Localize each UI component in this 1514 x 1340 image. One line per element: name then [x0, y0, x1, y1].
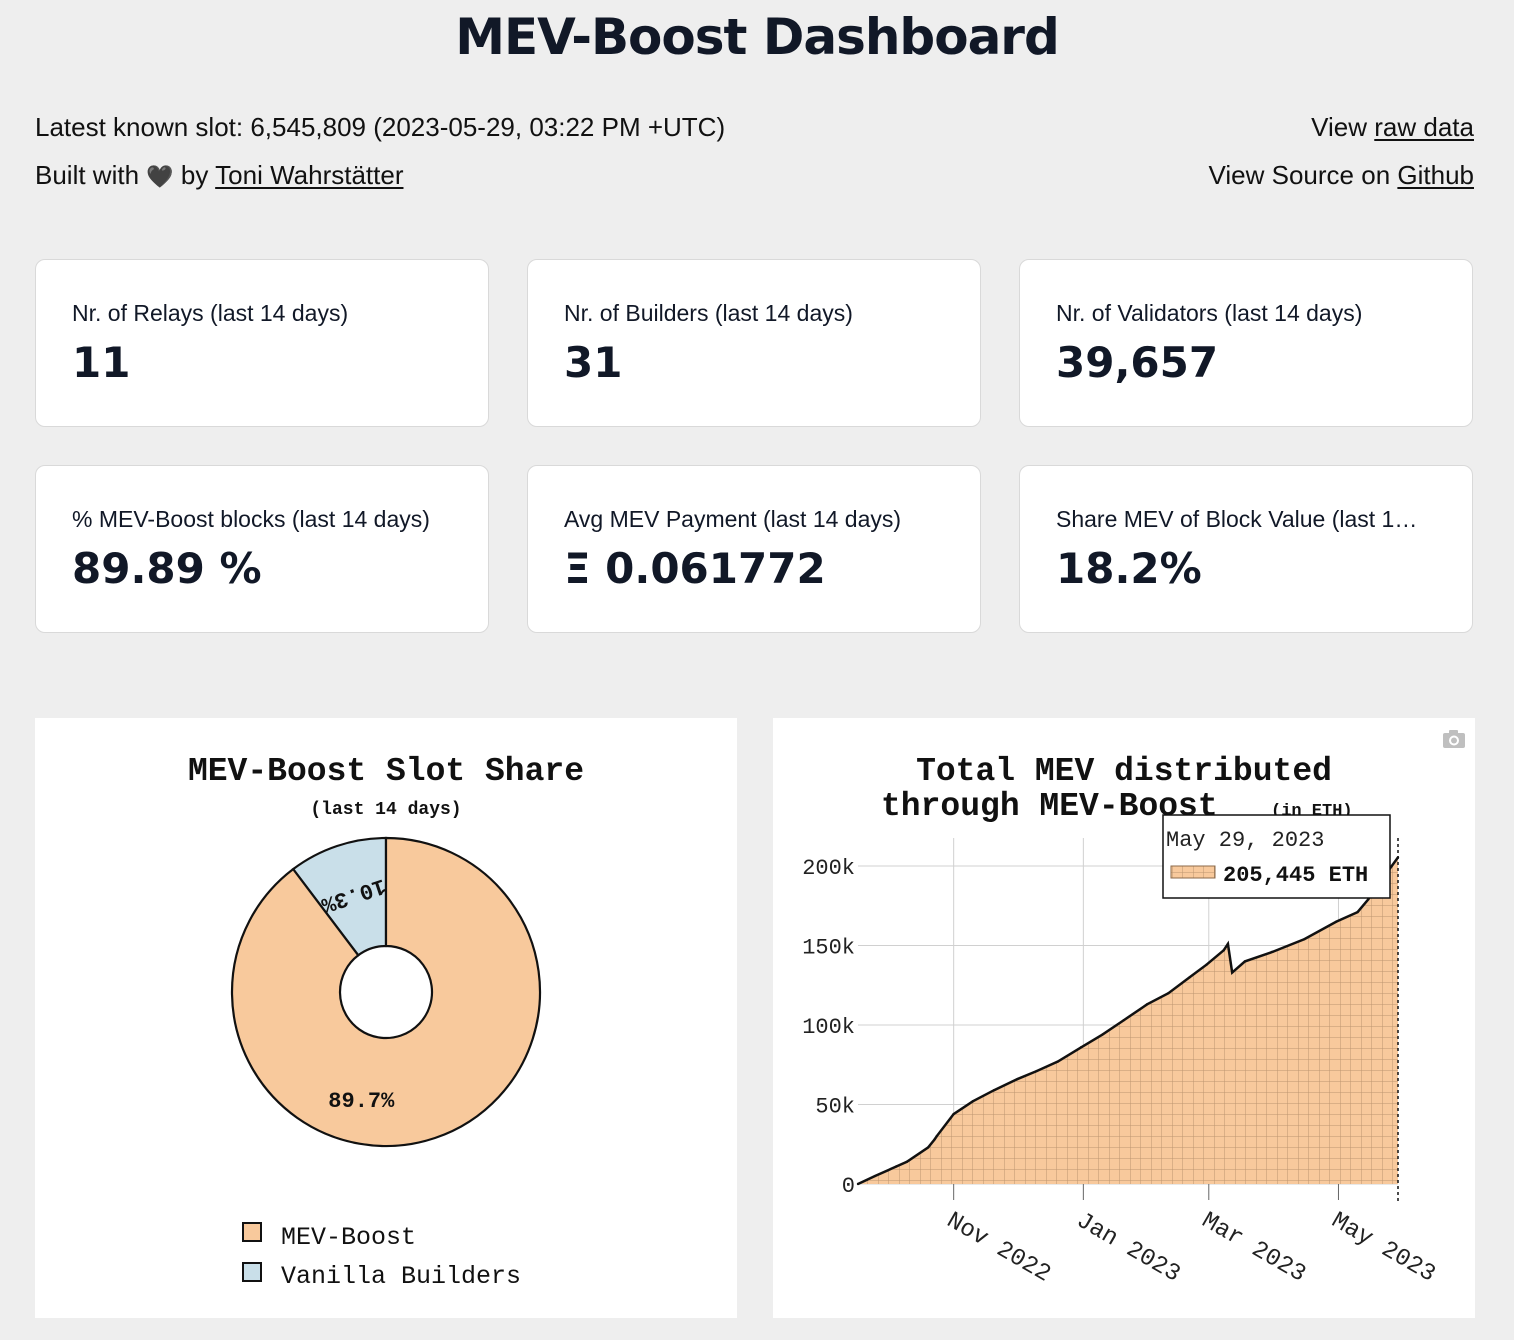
data-point — [1303, 937, 1306, 941]
data-point — [1205, 963, 1208, 966]
hover-tooltip: May 29, 2023 205,445 ETH — [1162, 814, 1391, 899]
tooltip-date: May 29, 2023 — [1166, 828, 1324, 853]
stat-card-share-mev: Share MEV of Block Value (last 1… 18.2% — [1019, 465, 1473, 633]
y-tick-label: 50k — [815, 1095, 855, 1120]
pie-slice-label-mev-boost: 89.7% — [328, 1089, 395, 1114]
data-point — [856, 1182, 860, 1186]
stat-label: Nr. of Builders (last 14 days) — [564, 300, 853, 326]
stat-card-validators: Nr. of Validators (last 14 days) 39,657 — [1019, 259, 1473, 427]
data-point — [1230, 971, 1234, 974]
stat-card-avg-mev-payment: Avg MEV Payment (last 14 days) Ξ 0.06177… — [527, 465, 981, 633]
stat-label: Nr. of Validators (last 14 days) — [1056, 300, 1363, 326]
legend-swatch-mev-boost[interactable] — [242, 1222, 262, 1242]
view-raw-data-line: View raw data — [1311, 112, 1474, 143]
data-point — [1145, 1003, 1149, 1006]
author-link[interactable]: Toni Wahrstätter — [215, 160, 403, 190]
data-point — [1226, 942, 1230, 946]
stat-value: 18.2% — [1056, 544, 1202, 593]
data-point — [1335, 920, 1338, 923]
data-point — [895, 1165, 898, 1168]
slot-share-chart: MEV-Boost Slot Share (last 14 days) 89.7… — [188, 753, 584, 1291]
x-tick-label: May 2023 — [1326, 1208, 1439, 1289]
y-tick-label: 100k — [802, 1015, 855, 1040]
raw-data-link[interactable]: raw data — [1374, 112, 1474, 142]
stat-label: Nr. of Relays (last 14 days) — [72, 300, 349, 326]
data-point — [1080, 1046, 1083, 1049]
data-point — [933, 1138, 936, 1141]
heart-icon: 🖤 — [146, 164, 174, 189]
stat-value: 39,657 — [1056, 338, 1219, 387]
data-point — [1188, 976, 1191, 979]
legend-label-mev-boost[interactable]: MEV-Boost — [281, 1223, 416, 1252]
data-point — [971, 1100, 975, 1103]
data-point — [1035, 1069, 1038, 1073]
total-mev-chart: Total MEV distributed through MEV-Boost … — [802, 730, 1465, 1289]
built-with-line: Built with 🖤 by Toni Wahrstätter — [35, 160, 403, 191]
data-point — [952, 1112, 955, 1116]
x-tick-label: Mar 2023 — [1197, 1208, 1310, 1289]
data-point — [926, 1146, 930, 1149]
tooltip-value: 205,445 ETH — [1223, 863, 1368, 888]
stat-card-mev-boost-blocks: % MEV-Boost blocks (last 14 days) 89.89 … — [35, 465, 489, 633]
data-point — [1222, 949, 1225, 952]
pie-subtitle: (last 14 days) — [310, 800, 461, 820]
legend-label-vanilla[interactable]: Vanilla Builders — [281, 1262, 521, 1291]
data-point — [873, 1174, 877, 1178]
stat-value: 31 — [564, 338, 623, 387]
stat-label: Avg MEV Payment (last 14 days) — [564, 506, 902, 532]
slot-share-chart-panel: MEV-Boost Slot Share (last 14 days) 89.7… — [35, 718, 737, 1318]
total-mev-chart-panel: Total MEV distributed through MEV-Boost … — [773, 718, 1475, 1318]
data-point — [1243, 960, 1247, 963]
stat-card-builders: Nr. of Builders (last 14 days) 31 — [527, 259, 981, 427]
data-point — [905, 1160, 909, 1163]
page-title: MEV-Boost Dashboard — [455, 8, 1060, 66]
data-point — [1056, 1060, 1060, 1063]
stat-label: % MEV-Boost blocks (last 14 days) — [72, 506, 430, 532]
data-point — [935, 1135, 938, 1138]
built-by-label: by — [180, 160, 209, 190]
tooltip-swatch — [1170, 865, 1216, 879]
x-tick-label: Nov 2022 — [942, 1208, 1055, 1289]
data-point — [1122, 1019, 1125, 1022]
stat-label: Share MEV of Block Value (last 1… — [1056, 506, 1418, 532]
y-tick-label: 150k — [802, 936, 855, 961]
stat-value: Ξ 0.061772 — [564, 544, 826, 593]
view-source-label: View Source on — [1208, 160, 1391, 190]
data-point — [992, 1088, 996, 1092]
view-source-line: View Source on Github — [1209, 160, 1474, 191]
stat-card-relays: Nr. of Relays (last 14 days) 11 — [35, 259, 489, 427]
stat-value: 11 — [72, 338, 131, 387]
stat-value: 89.89 % — [72, 544, 262, 593]
data-point — [1101, 1033, 1104, 1036]
built-with-label: Built with — [35, 160, 140, 190]
data-point — [1167, 992, 1170, 995]
data-point — [1356, 910, 1359, 914]
y-tick-label: 200k — [802, 856, 855, 881]
y-tick-label: 0 — [842, 1174, 855, 1199]
data-point — [1016, 1077, 1019, 1081]
latest-slot-text: Latest known slot: 6,545,809 (2023-05-29… — [35, 112, 726, 142]
pie-title: MEV-Boost Slot Share — [188, 753, 584, 790]
github-link[interactable]: Github — [1397, 160, 1474, 190]
area-title-line1: Total MEV distributed — [916, 753, 1332, 790]
data-point — [1271, 950, 1274, 954]
x-tick-label: Jan 2023 — [1071, 1208, 1184, 1289]
camera-icon[interactable] — [1443, 730, 1465, 748]
legend-swatch-vanilla[interactable] — [242, 1262, 262, 1282]
view-label: View — [1311, 112, 1368, 142]
